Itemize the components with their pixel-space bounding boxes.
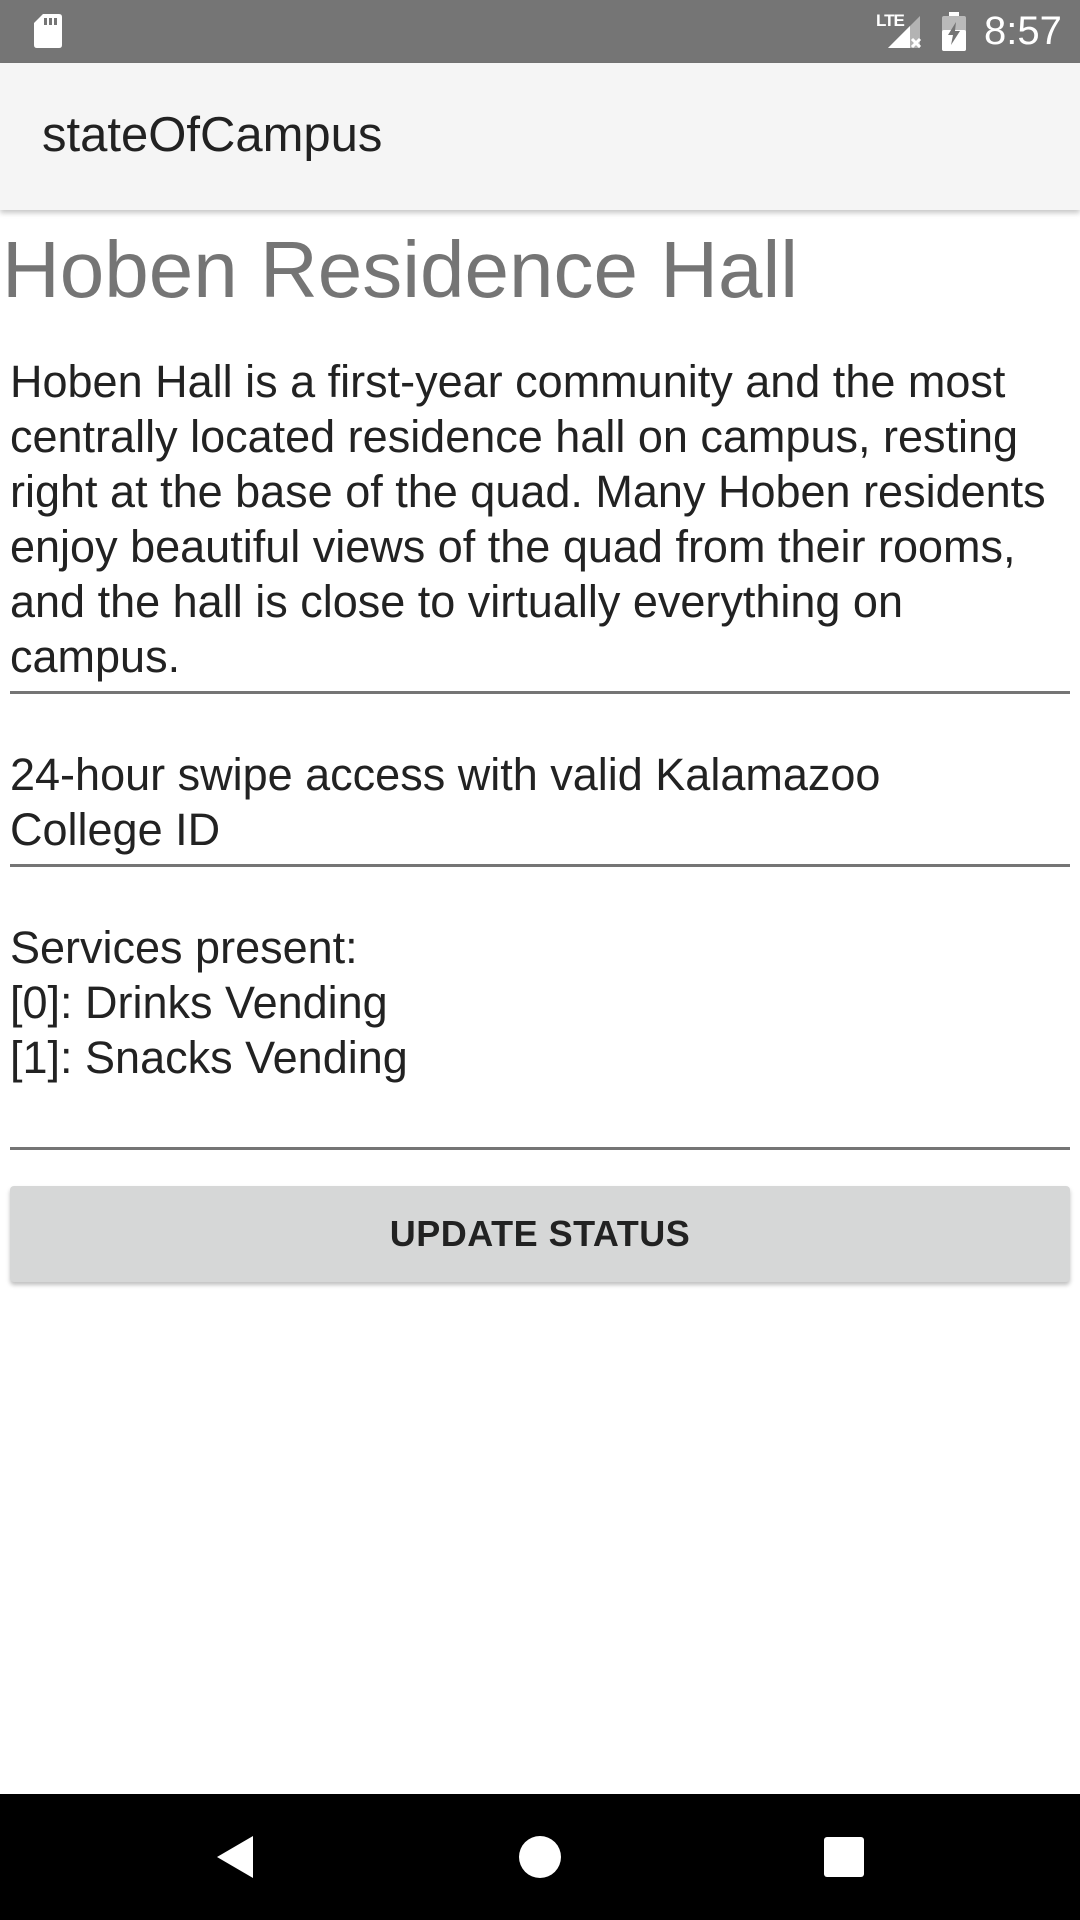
update-status-button[interactable]: UPDATE STATUS <box>10 1186 1070 1282</box>
hall-description: Hoben Hall is a first-year community and… <box>10 356 1046 682</box>
app-bar: stateOfCampus <box>0 63 1080 210</box>
back-icon[interactable] <box>203 1824 269 1890</box>
signal-icon <box>888 16 922 49</box>
divider <box>10 691 1070 694</box>
home-icon[interactable] <box>507 1824 573 1890</box>
clock: 8:57 <box>984 9 1062 53</box>
divider <box>10 864 1070 867</box>
app-title: stateOfCampus <box>42 108 383 162</box>
service-item: [1]: Snacks Vending <box>10 1032 408 1083</box>
recents-icon[interactable] <box>811 1824 877 1890</box>
service-item: [0]: Drinks Vending <box>10 977 388 1028</box>
services-list: Services present: [0]: Drinks Vending [1… <box>10 920 1070 1085</box>
sd-card-icon <box>34 14 62 48</box>
access-info: 24-hour swipe access with valid Kalamazo… <box>10 747 1070 857</box>
access-line: 24-hour swipe access with valid Kalamazo… <box>10 749 881 800</box>
divider <box>10 1147 1070 1150</box>
status-bar: LTE 8:57 <box>0 0 1080 63</box>
navigation-bar <box>0 1794 1080 1920</box>
battery-charging-icon <box>942 12 966 51</box>
access-line: College ID <box>10 804 221 855</box>
services-heading: Services present: <box>10 922 358 973</box>
hall-title: Hoben Residence Hall <box>2 225 799 314</box>
